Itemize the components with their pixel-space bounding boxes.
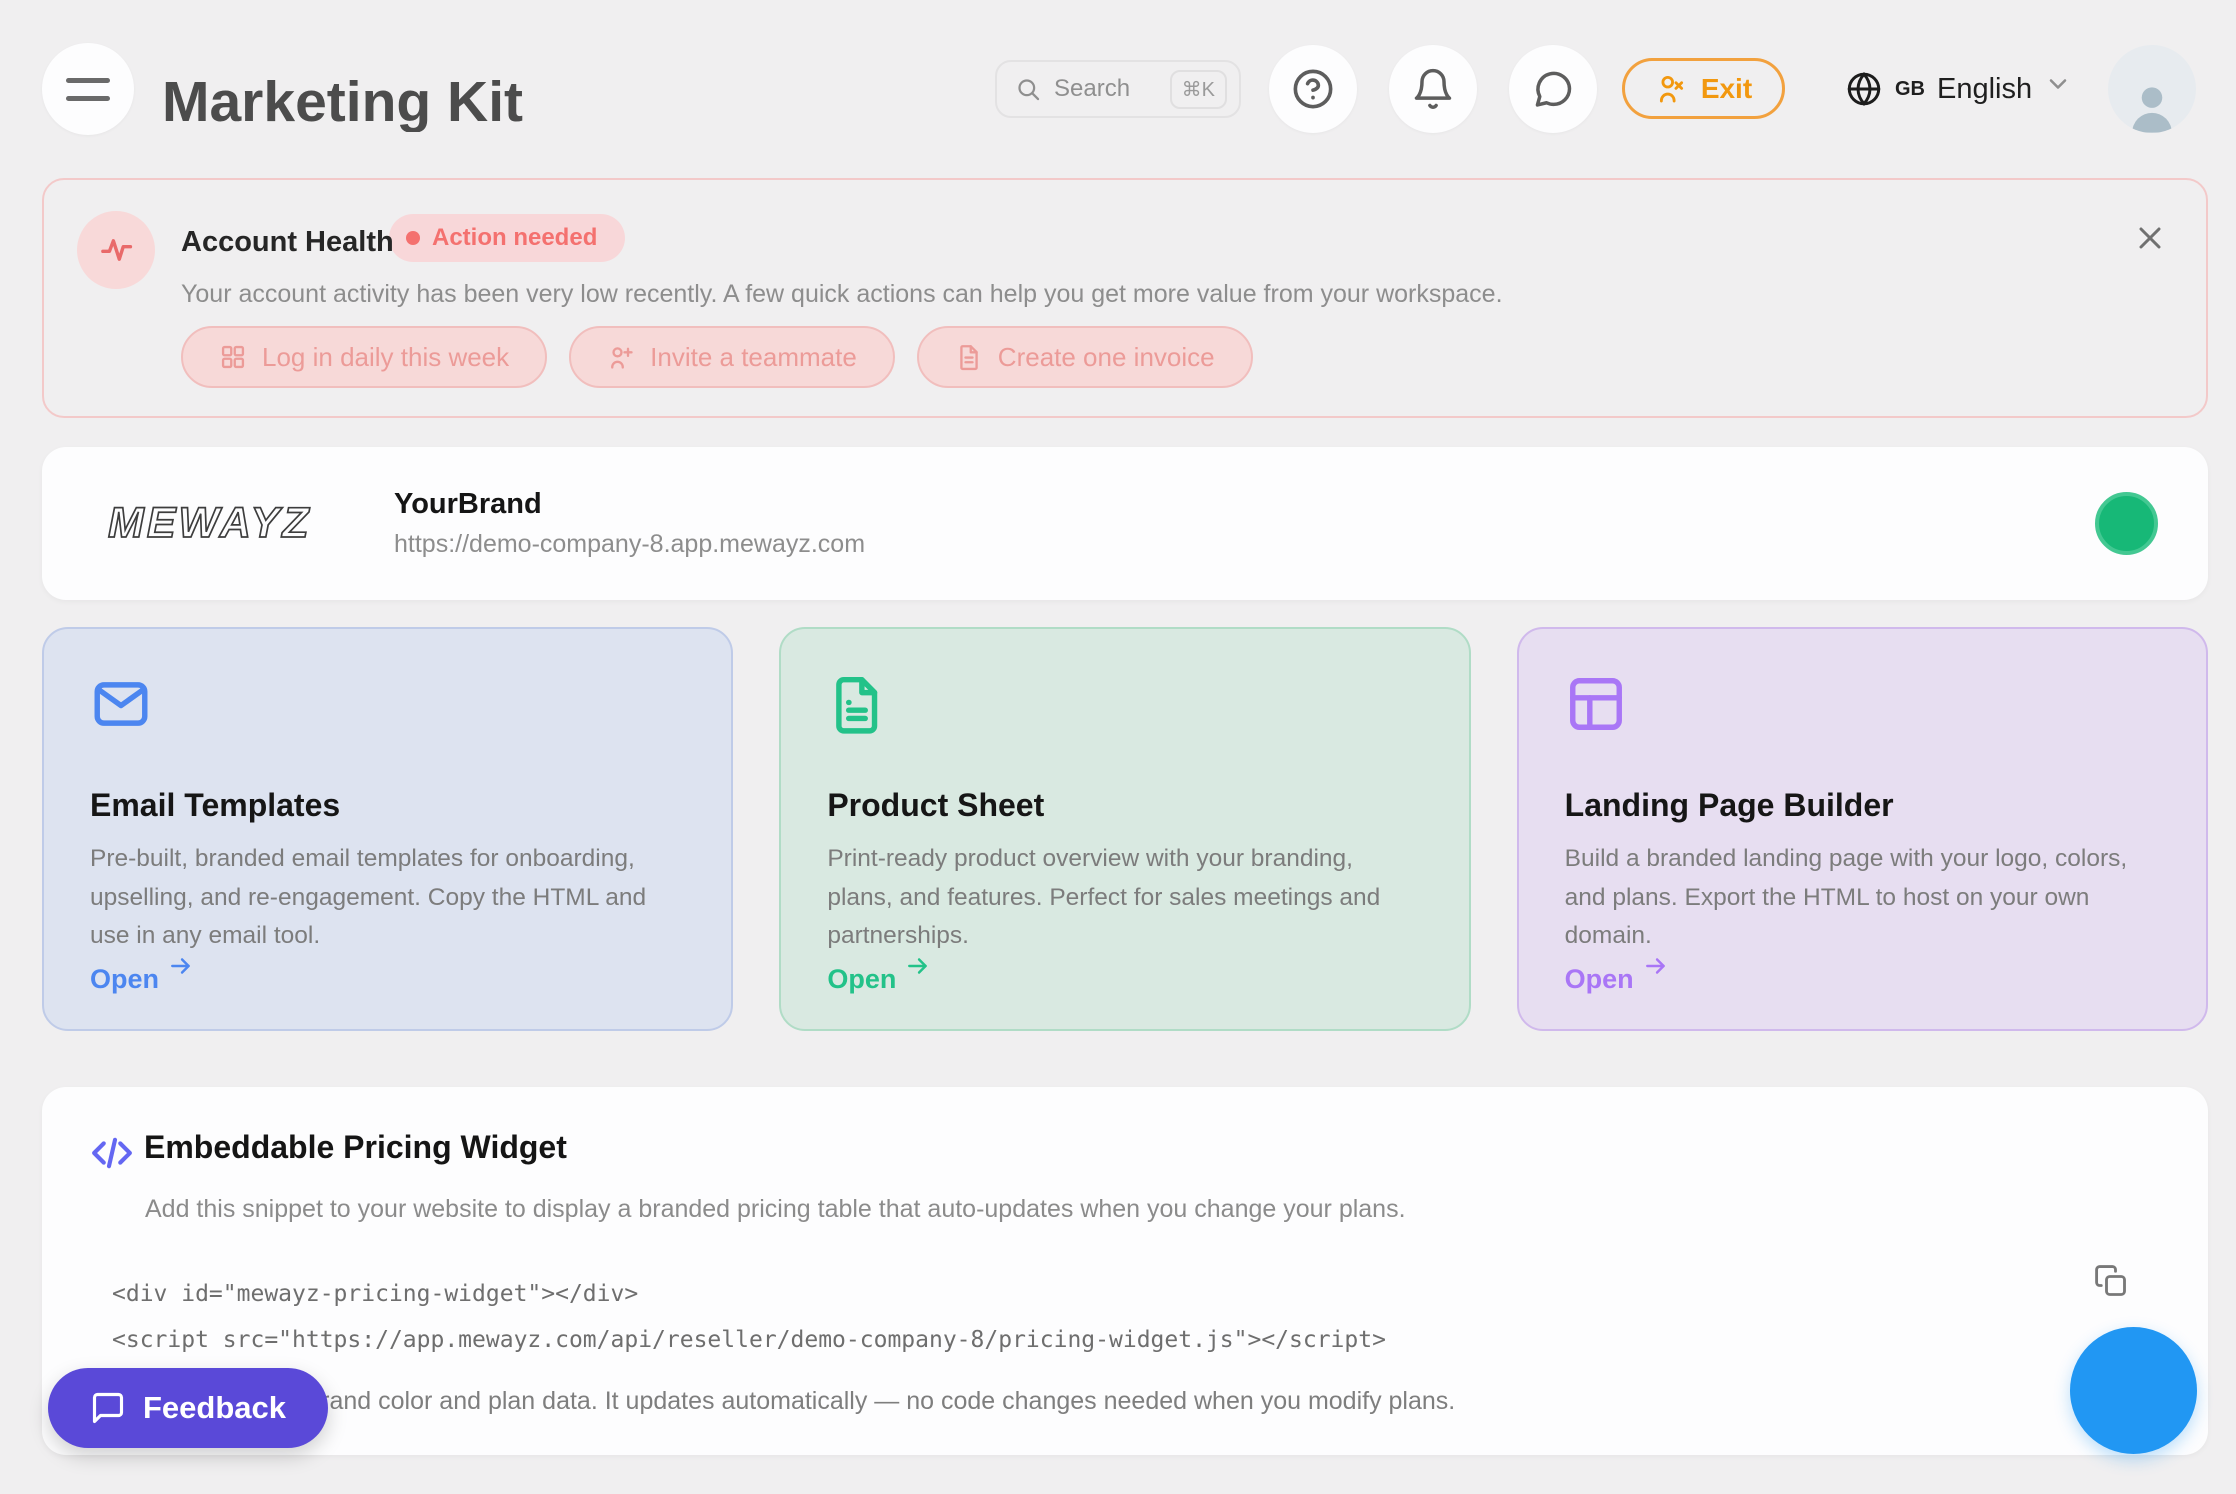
marketing-kit-page: Marketing Kit ⌘K Exit GB English (0, 0, 2236, 1494)
card-title: Landing Page Builder (1565, 787, 2160, 824)
avatar[interactable] (2108, 45, 2196, 133)
user-icon (2124, 81, 2180, 133)
notifications-button[interactable] (1389, 45, 1477, 133)
invoice-icon (955, 343, 983, 371)
feedback-chat-icon (90, 1390, 126, 1426)
copy-icon (2093, 1263, 2129, 1299)
layout-icon (1565, 673, 2160, 735)
help-icon (1290, 66, 1336, 112)
feature-cards: Email Templates Pre-built, branded email… (42, 627, 2208, 1031)
card-product-sheet: Product Sheet Print-ready product overvi… (779, 627, 1470, 1031)
brand-card: MEWAYZ YourBrand https://demo-company-8.… (42, 447, 2208, 600)
user-plus-icon (607, 343, 635, 371)
search-icon (1015, 76, 1042, 103)
open-product-sheet-link[interactable]: Open (827, 964, 931, 995)
messages-button[interactable] (1509, 45, 1597, 133)
embed-code-snippet: <div id="mewayz-pricing-widget"></div><s… (112, 1271, 1386, 1363)
arrow-right-icon (905, 953, 931, 979)
pricing-widget-title: Embeddable Pricing Widget (144, 1129, 567, 1166)
exit-label: Exit (1701, 73, 1752, 105)
code-icon (90, 1131, 134, 1175)
file-text-icon (827, 673, 1422, 735)
grid-icon (219, 343, 247, 371)
mewayz-logo: MEWAYZ (108, 499, 328, 548)
pricing-widget-description: Add this snippet to your website to disp… (145, 1195, 1406, 1224)
menu-icon (66, 78, 110, 83)
action-invite-teammate[interactable]: Invite a teammate (569, 326, 895, 388)
chat-launcher-button[interactable] (2070, 1327, 2197, 1454)
heartbeat-icon (77, 211, 155, 289)
globe-icon (1845, 70, 1883, 108)
card-email-templates: Email Templates Pre-built, branded email… (42, 627, 733, 1031)
brand-name: YourBrand (394, 488, 865, 521)
card-description: Print-ready product overview with your b… (827, 840, 1422, 956)
card-title: Product Sheet (827, 787, 1422, 824)
search-shortcut-badge: ⌘K (1170, 70, 1227, 109)
action-create-invoice[interactable]: Create one invoice (917, 326, 1253, 388)
language-code: GB (1895, 78, 1925, 101)
card-title: Email Templates (90, 787, 685, 824)
alert-title: Account Health (181, 226, 394, 259)
language-label: English (1937, 73, 2032, 106)
open-landing-page-builder-link[interactable]: Open (1565, 964, 1669, 995)
arrow-right-icon (168, 953, 194, 979)
mail-icon (90, 673, 685, 735)
help-button[interactable] (1269, 45, 1357, 133)
card-description: Build a branded landing page with your l… (1565, 840, 2160, 956)
search-input[interactable] (1054, 75, 1158, 103)
user-x-icon (1655, 72, 1689, 106)
alert-description: Your account activity has been very low … (181, 280, 1503, 309)
search-box[interactable]: ⌘K (995, 60, 1241, 118)
exit-button[interactable]: Exit (1622, 58, 1785, 119)
bell-icon (1411, 67, 1455, 111)
pricing-widget-note: r brand color and plan data. It updates … (292, 1387, 1455, 1416)
brand-color-swatch (2095, 492, 2158, 555)
open-email-templates-link[interactable]: Open (90, 964, 194, 995)
page-title: Marketing Kit (162, 66, 523, 132)
account-health-alert: Action needed Account Health Your accoun… (42, 178, 2208, 418)
feedback-button[interactable]: Feedback (48, 1368, 328, 1448)
status-dot (406, 231, 420, 245)
pricing-widget-card: Embeddable Pricing Widget Add this snipp… (42, 1087, 2208, 1455)
card-description: Pre-built, branded email templates for o… (90, 840, 685, 956)
chevron-down-icon (2044, 70, 2072, 98)
copy-code-button[interactable] (2093, 1263, 2129, 1299)
chat-icon (1531, 67, 1575, 111)
brand-info: YourBrand https://demo-company-8.app.mew… (394, 488, 865, 559)
action-needed-badge: Action needed (389, 214, 625, 262)
action-log-in-daily[interactable]: Log in daily this week (181, 326, 547, 388)
brand-url: https://demo-company-8.app.mewayz.com (394, 530, 865, 559)
alert-actions: Log in daily this week Invite a teammate… (181, 326, 1253, 388)
card-landing-page-builder: Landing Page Builder Build a branded lan… (1517, 627, 2208, 1031)
feedback-label: Feedback (143, 1390, 286, 1426)
language-selector[interactable]: GB English (1845, 58, 2072, 120)
arrow-right-icon (1643, 953, 1669, 979)
menu-button[interactable] (42, 43, 134, 135)
close-icon (2132, 220, 2168, 256)
alert-close-button[interactable] (2132, 220, 2168, 256)
